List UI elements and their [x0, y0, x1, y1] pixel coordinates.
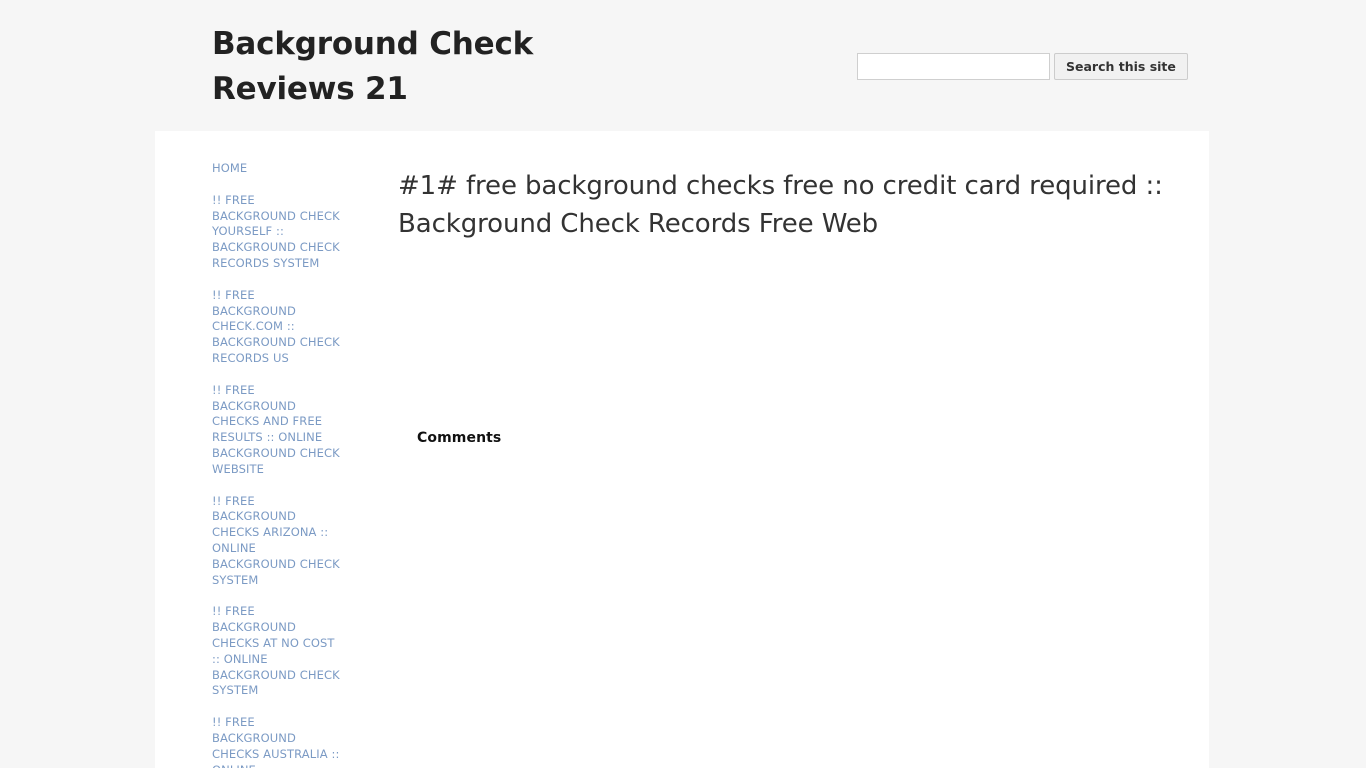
page-title: #1# free background checks free no credi…	[398, 171, 1163, 239]
list-item: !! FREE BACKGROUND CHECK.COM :: BACKGROU…	[212, 288, 341, 367]
list-item: !! FREE BACKGROUND CHECKS ARIZONA :: ONL…	[212, 494, 341, 589]
site-header: Background Check Reviews 21 Search this …	[0, 0, 1366, 131]
sidebar-link-list: HOME !! FREE BACKGROUND CHECK YOURSELF :…	[212, 161, 341, 768]
sidebar-navigation: HOME !! FREE BACKGROUND CHECK YOURSELF :…	[155, 131, 341, 768]
content-layout: HOME !! FREE BACKGROUND CHECK YOURSELF :…	[155, 131, 1209, 768]
sidebar-item-1[interactable]: !! FREE BACKGROUND CHECK YOURSELF :: BAC…	[212, 193, 341, 272]
sidebar-item-2[interactable]: !! FREE BACKGROUND CHECK.COM :: BACKGROU…	[212, 288, 341, 367]
search-input[interactable]	[857, 53, 1050, 80]
site-title: Background Check Reviews 21	[212, 26, 534, 107]
main-content: #1# free background checks free no credi…	[341, 131, 1209, 567]
comments-list	[398, 447, 1169, 567]
comments-heading: Comments	[417, 430, 502, 446]
list-item: HOME	[212, 161, 341, 177]
list-item: !! FREE BACKGROUND CHECK YOURSELF :: BAC…	[212, 193, 341, 272]
search-submit-button[interactable]: Search this site	[1054, 53, 1188, 80]
page-container: HOME !! FREE BACKGROUND CHECK YOURSELF :…	[155, 131, 1209, 768]
site-search: Search this site	[857, 53, 1188, 80]
list-item: !! FREE BACKGROUND CHECKS AND FREE RESUL…	[212, 383, 341, 478]
sidebar-item-3[interactable]: !! FREE BACKGROUND CHECKS AND FREE RESUL…	[212, 383, 341, 478]
sidebar-item-4[interactable]: !! FREE BACKGROUND CHECKS ARIZONA :: ONL…	[212, 494, 341, 589]
comments-section: Comments	[398, 429, 1169, 567]
list-item: !! FREE BACKGROUND CHECKS AUSTRALIA :: O…	[212, 715, 341, 768]
list-item: !! FREE BACKGROUND CHECKS AT NO COST :: …	[212, 604, 341, 699]
sidebar-item-home[interactable]: HOME	[212, 161, 341, 177]
article-body	[398, 243, 1169, 429]
sidebar-item-5[interactable]: !! FREE BACKGROUND CHECKS AT NO COST :: …	[212, 604, 341, 699]
sidebar-item-6[interactable]: !! FREE BACKGROUND CHECKS AUSTRALIA :: O…	[212, 715, 341, 768]
